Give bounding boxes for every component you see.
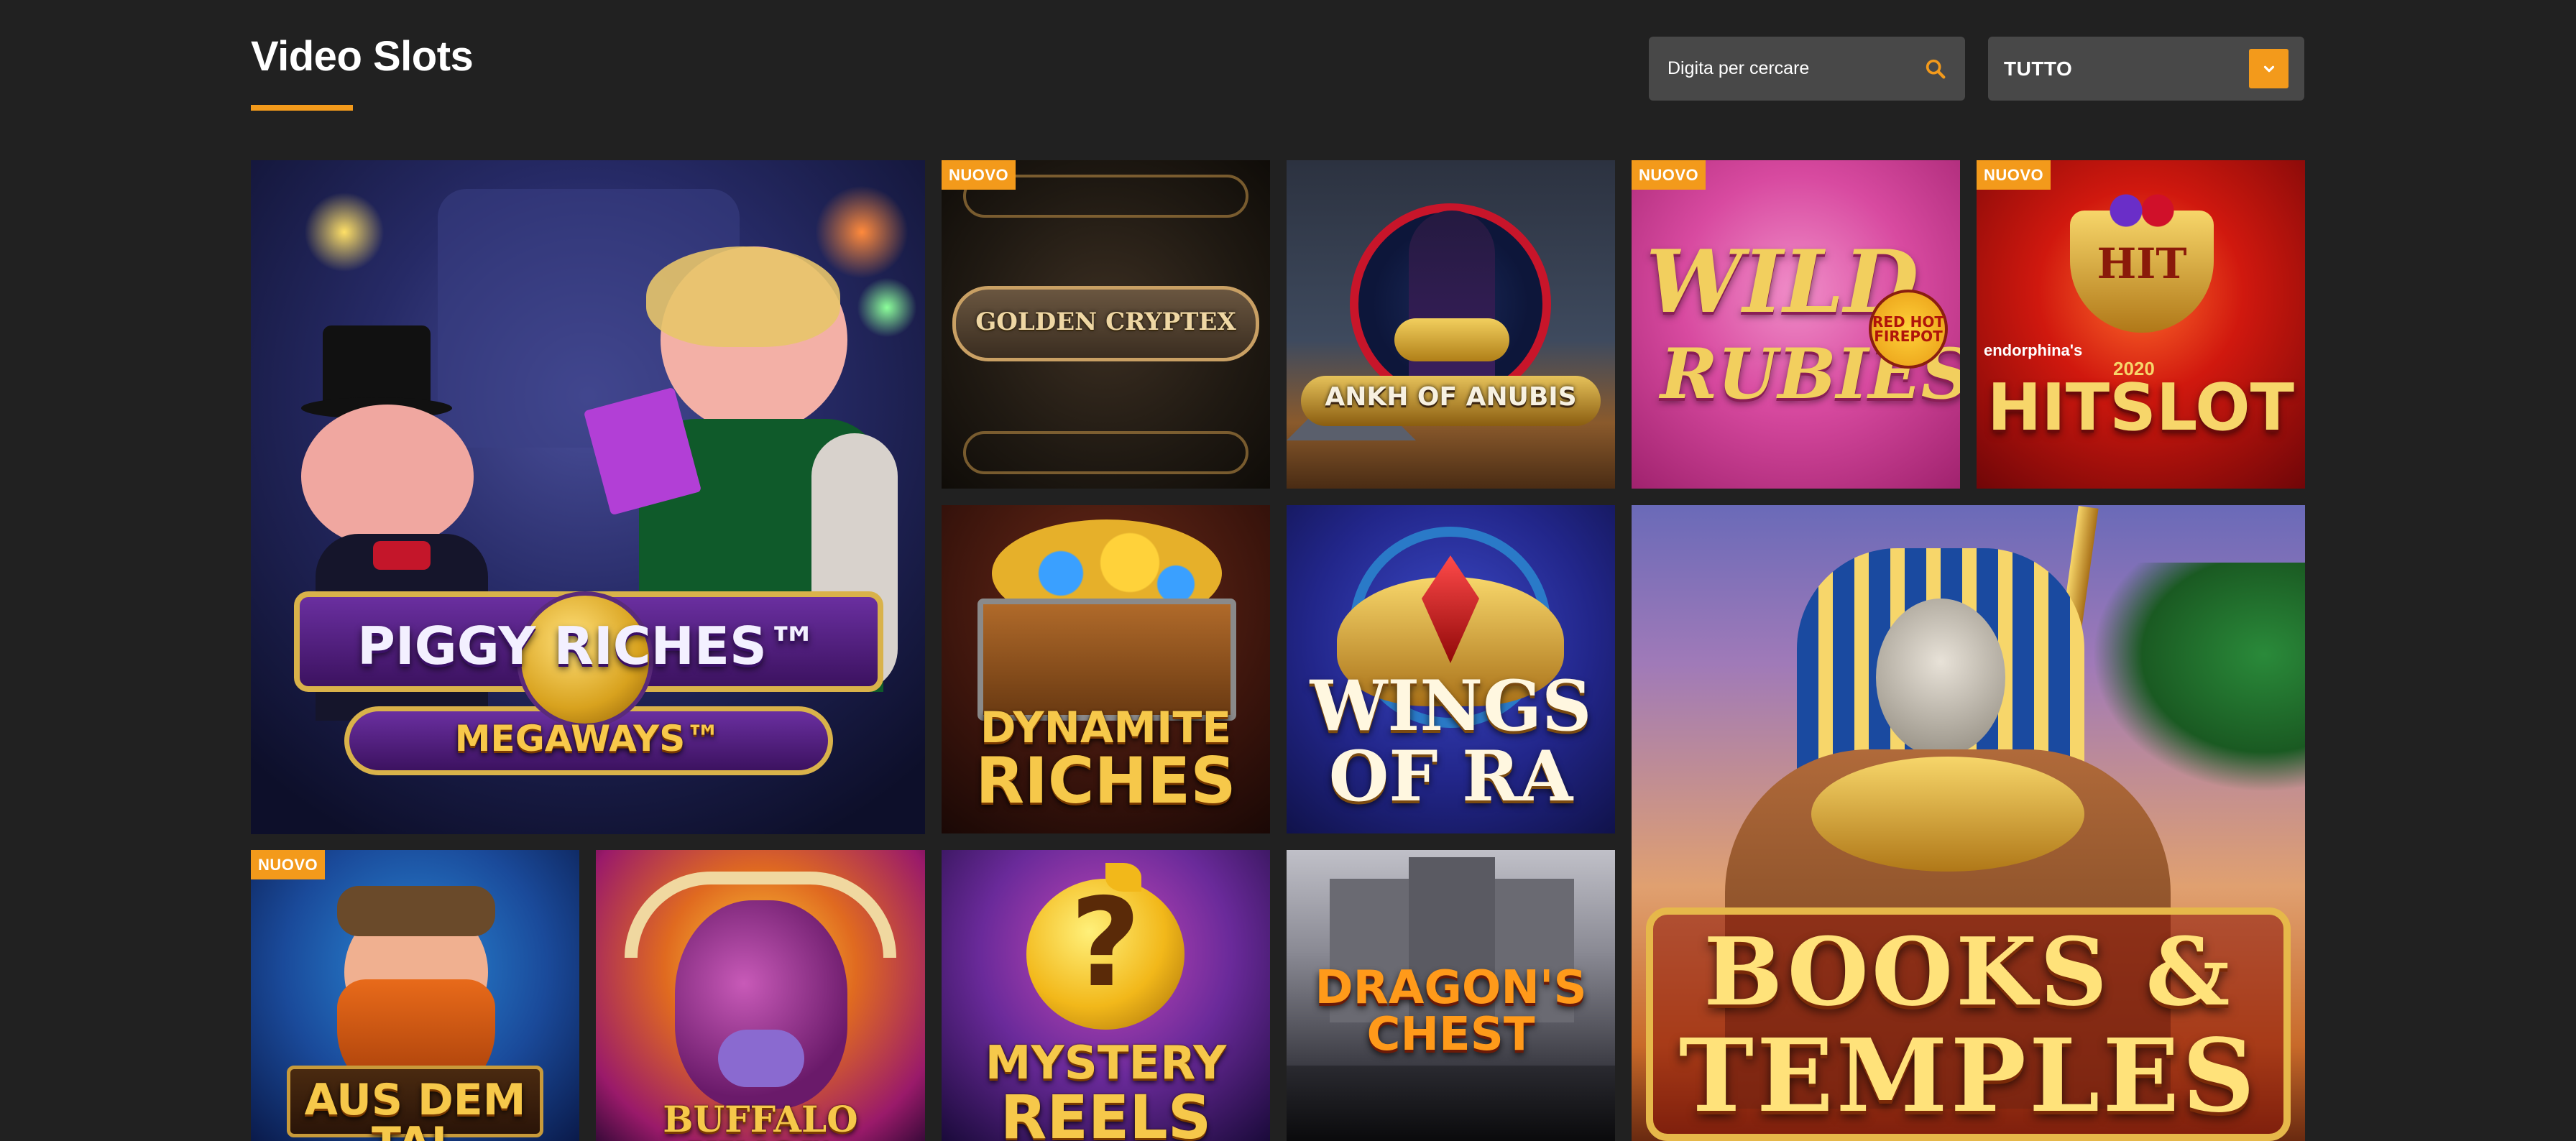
game-title: AUS DEM TAL (304, 1075, 526, 1141)
game-title-line2: OF RA (1328, 736, 1573, 817)
firepot-label: RED HOT FIREPOT (1872, 313, 1944, 345)
game-tile-dynamite-riches[interactable]: DYNAMITE RICHES (942, 505, 1270, 833)
page-title: Video Slots (251, 33, 474, 80)
game-title-line1: BOOKS & (1703, 917, 2233, 1027)
game-tile-hitslot[interactable]: HIT endorphina's 2020 HITSLOT NUOVO (1977, 160, 2305, 489)
game-title-line1: DRAGON'S (1315, 961, 1587, 1015)
palm-leaves (2092, 563, 2305, 793)
search-box[interactable] (1649, 37, 1965, 101)
golden-collar (1811, 757, 2084, 872)
game-title-line2: TEMPLES (1678, 1017, 2258, 1135)
game-tile-wings-of-ra[interactable]: WINGS OF RA (1287, 505, 1615, 833)
page-header: Video Slots (251, 32, 474, 111)
game-tile-ankh-of-anubis[interactable]: ANKH OF ANUBIS (1287, 160, 1615, 489)
game-title: HITSLOT (1987, 370, 2295, 445)
horus-face (1876, 599, 2005, 757)
dwarf-goggles (337, 886, 495, 936)
game-tile-golden-cryptex[interactable]: GOLDEN CRYPTEX NUOVO (942, 160, 1270, 489)
chevron-down-icon (2263, 65, 2274, 72)
title-underline (251, 105, 353, 111)
trophy-label: HIT (2097, 239, 2187, 288)
firework-left (301, 189, 387, 275)
new-badge: NUOVO (1977, 160, 2051, 190)
game-title: BUFFALO KING™ (663, 1098, 858, 1141)
game-title: ANKH OF ANUBIS (1325, 382, 1577, 412)
provider-label: endorphina's (1984, 341, 2083, 359)
game-title-line2: MEGAWAYS™ (454, 718, 722, 759)
dragon-wing (1287, 1066, 1615, 1141)
game-title-line1: WINGS (1310, 665, 1592, 747)
game-title: GOLDEN CRYPTEX (975, 308, 1236, 336)
golden-collar (1394, 318, 1509, 361)
game-tile-aus-dem-tal[interactable]: AUS DEM TAL NUOVO (251, 850, 579, 1141)
new-badge: NUOVO (942, 160, 1016, 190)
game-title-line2: CHEST (1366, 1008, 1535, 1061)
fruit-cluster (2102, 189, 2181, 232)
game-title-line1: PIGGY RICHES™ (357, 616, 819, 676)
game-tile-wild-rubies[interactable]: WILD RUBIES RED HOT FIREPOT NUOVO (1632, 160, 1960, 489)
buffalo-snout (718, 1030, 804, 1087)
ornament-bottom (963, 431, 1248, 474)
game-title-line2: RICHES (975, 744, 1236, 818)
game-tile-mystery-reels[interactable]: ? MYSTERY REELS (942, 850, 1270, 1141)
game-title-line1: MYSTERY (985, 1037, 1227, 1090)
filter-selected-value: TUTTO (2004, 57, 2073, 80)
game-tile-dragons-chest[interactable]: DRAGON'S CHEST (1287, 850, 1615, 1141)
game-title-line1: DYNAMITE (980, 703, 1232, 753)
category-filter-select[interactable]: TUTTO (1988, 37, 2304, 101)
search-input[interactable] (1666, 57, 1923, 80)
game-tile-books-and-temples[interactable]: BOOKS & TEMPLES (1632, 505, 2305, 1141)
game-tile-piggy-riches-megaways[interactable]: PIGGY RICHES™ MEGAWAYS™ (251, 160, 925, 834)
game-title-line2: REELS (1000, 1082, 1212, 1141)
new-badge: NUOVO (1632, 160, 1706, 190)
new-badge: NUOVO (251, 850, 326, 879)
game-tile-buffalo-king[interactable]: BUFFALO KING™ (596, 850, 925, 1141)
filter-dropdown-button[interactable] (2249, 49, 2288, 88)
search-icon[interactable] (1923, 57, 1948, 81)
question-mark: ? (1070, 872, 1141, 1015)
red-hot-firepot-badge: RED HOT FIREPOT (1869, 290, 1948, 369)
